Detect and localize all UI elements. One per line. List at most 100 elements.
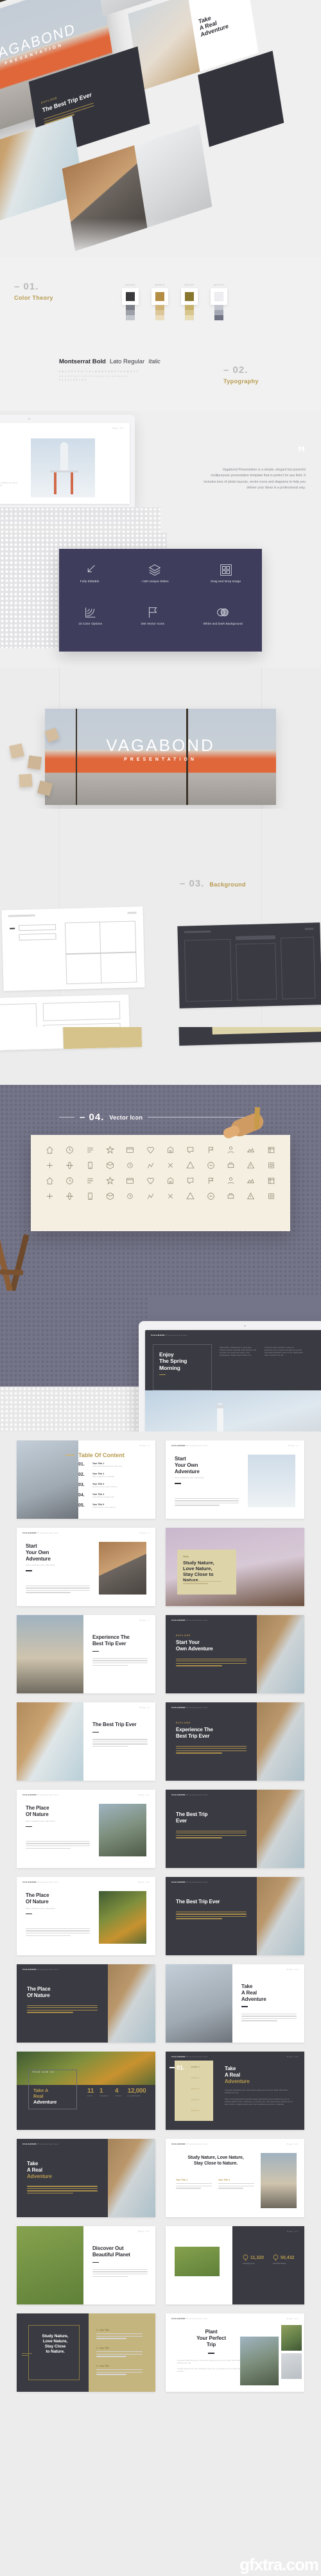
alphabet-digits: 0 1 2 3 4 5 6 7 8 9 (59, 379, 87, 381)
feature-drag-drop: Drag and Drop Image (211, 563, 241, 583)
slide-title-line: Experience The (92, 1634, 130, 1640)
slide-title: Study Nature, Love Nature, Stay Close to Na… (42, 2334, 69, 2354)
color-swatch-item: #EFEFF3 (211, 284, 227, 320)
slide-card-best-trip-2[interactable]: VAGABOND PresentationPage 9The Best Trip… (17, 1702, 155, 1781)
slide-card-besttrip-3[interactable]: VAGABOND PresentationPage 12The Best Tri… (166, 1790, 304, 1868)
slide-card-start-2[interactable]: VAGABOND Presentation Page 5 Start Your Own… (17, 1528, 155, 1606)
slide-photo (166, 1964, 232, 2043)
swatch-chip (155, 292, 164, 301)
tablet-title: Enjoy The Spring Morning (159, 1351, 187, 1371)
slide-body-2: Proin a nisl feugiat tellus vehicula con… (225, 2098, 293, 2106)
slide-card-plant[interactable]: VAGABOND Presentation Page 24 Plant Your Pe… (166, 2313, 304, 2392)
vector-icon-20 (186, 1161, 195, 1173)
stat-label: KILOMETERS (127, 2095, 141, 2097)
vector-icon-32 (186, 1177, 195, 1188)
slide-title: Experience The Best Trip Ever (92, 1634, 148, 1647)
vector-icon-13 (46, 1161, 54, 1173)
slide-title-line: A Real (27, 2166, 43, 2173)
list-item: 1 - Your Title (96, 2329, 143, 2340)
typography-number: – 02. (223, 365, 248, 376)
font-style-name: Italic (148, 358, 160, 365)
quote-text: Vagabond Presentation is a simple, elega… (204, 467, 306, 490)
toc-number: 04. (78, 1493, 85, 1498)
vector-icon-28 (106, 1177, 115, 1188)
slide-brand: VAGABOND (22, 1968, 37, 1971)
quote-mark-icon: ” (297, 443, 306, 462)
slide-title-line: Adventure (26, 1555, 51, 1562)
slide-title-line: Your Own (26, 1549, 49, 1555)
hero-isometric-mockup: The Elements of User Experience (0, 0, 321, 257)
slide-card-place-nature-2[interactable]: VAGABOND Presentation Page 13 The Place Of … (17, 1877, 155, 1955)
arrow-collapse-icon (87, 565, 95, 573)
slide-brand: VAGABOND (171, 1444, 186, 1447)
laptop-mockup: VAGABOND Presentation Page 01 Start Your… (0, 415, 135, 508)
slide-card-take-real[interactable]: VAGABOND PresentationPage 16TakeA RealAd… (166, 1964, 304, 2043)
slide-title: The Best Trip Ever (176, 1899, 247, 1905)
background-number: – 03. (180, 878, 205, 889)
vector-icon-40 (106, 1192, 114, 1204)
slide-card-toc[interactable]: VAGABOND PresentationPage 3Table Of Cont… (17, 1440, 155, 1519)
slide-card-study-1[interactable]: VAGABOND PresentationPage 6StudyStudy Na… (166, 1528, 304, 1606)
slide-title-line: Ever (176, 1817, 187, 1824)
slide-title: Take A Real Adventure (225, 2066, 295, 2084)
slide-photo (17, 1615, 83, 1693)
slide-card-study-wide[interactable]: VAGABOND Presentation Page 20 Study Nature… (166, 2139, 304, 2217)
flag-icon (148, 607, 157, 618)
slide-card-besttrip-dark[interactable]: VAGABOND PresentationPage 8EXPLOREStart … (166, 1615, 304, 1693)
slide-brand: VAGABOND (171, 1794, 186, 1796)
list-item: 3 - Your Title (96, 2365, 143, 2376)
slide-page: Page 7 (139, 1619, 150, 1621)
stat-item: 11 DAYS (87, 2088, 94, 2097)
pin-icon (243, 2254, 248, 2261)
wireframe-slide-light (1, 906, 145, 991)
typography-label: Typography (223, 378, 259, 385)
tablet-screen-slide: VAGABOND Presentation Page 16 Enjoy The … (145, 1330, 321, 1431)
slide-title: The Place Of Nature (26, 1805, 90, 1818)
vector-icon-34 (227, 1177, 235, 1188)
column-item: Your Title 2 (218, 2179, 254, 2190)
slide-page: Page 4 (288, 1444, 299, 1447)
slide-card-counters[interactable]: VAGABOND PresentationPage 2211,320Intere… (166, 2226, 304, 2304)
slide-card-place-nature-3[interactable]: VAGABOND PresentationPage 15The PlaceOf … (17, 1964, 155, 2043)
section-typography: Montserrat Bold Lato Regular Italic A B … (0, 353, 321, 411)
feature-label: 250 Vector Icons (141, 622, 165, 625)
slide-card-study-dark[interactable]: VAGABOND PresentationPage 23Study Nature… (17, 2313, 155, 2392)
slide-card-exp-dark[interactable]: VAGABOND PresentationPage 10EXPLOREExper… (166, 1702, 304, 1781)
laptop-screen-slide: VAGABOND Presentation Page 01 Start Your… (0, 423, 130, 504)
counter-value: 50,432 (281, 2256, 295, 2260)
slide-title: Take A Real Adventure (241, 1984, 297, 2002)
section-vector-icons: – 04. Vector Icon (0, 1085, 321, 1297)
slide-card-steps[interactable]: VAGABOND Presentation Page 18 01. STEP 1 STE… (166, 2052, 304, 2130)
vector-icon-27 (86, 1177, 94, 1188)
vector-icon-6 (146, 1146, 155, 1157)
vector-icon-19 (166, 1161, 175, 1173)
slide-title-line: Take (241, 1984, 253, 1989)
feature-label: White and Dark Background (203, 622, 243, 625)
slide-card-stats[interactable]: VAGABOND PresentationPage 17FROM NOW ONT… (17, 2052, 155, 2130)
vector-icon-37 (46, 1192, 54, 1204)
laptop-camera-icon (28, 418, 30, 420)
slide-card-take-real-dk[interactable]: VAGABOND PresentationPage 19TakeA RealAd… (17, 2139, 155, 2217)
stat-item: 1 JOURNEY (100, 2088, 109, 2097)
slide-card-place-nature-1[interactable]: VAGABOND Presentation Page 11 The Place Of … (17, 1790, 155, 1868)
stat-label: DAYS (87, 2095, 93, 2097)
tablet-camera-icon (243, 1325, 246, 1327)
slide-title-line: Trip (206, 2341, 216, 2347)
swatch-hex: #B48D44 (154, 284, 166, 286)
slide-card-best-trip-dk[interactable]: VAGABOND PresentationPage 14The Best Tri… (166, 1877, 304, 1955)
slide-brand: VAGABOND (171, 1619, 186, 1621)
slide-card-exp-1[interactable]: VAGABOND PresentationPage 7Experience Th… (17, 1615, 155, 1693)
section-features: Fully Editable +150 Unique Slides Drag a… (0, 533, 321, 668)
column-title: Your Title 1 (176, 2179, 188, 2181)
alphabet-lower: a b c d e f g h i j k l m n o p q r s t … (59, 374, 128, 377)
slide-title: Study Nature, Love Nature, Stay Close to … (187, 2156, 244, 2166)
slide-body-1: Urna justo bibendum justo, vitae luctus … (177, 2359, 241, 2364)
slide-title-line: Plant (205, 2329, 218, 2335)
wireframe-slide-dark (177, 922, 321, 1008)
feature-unique-slides: +150 Unique Slides (141, 563, 169, 583)
hero-card-title-take: Take A Real Adventure (198, 14, 229, 39)
slide-card-start-1[interactable]: VAGABOND Presentation Page 4 Start Your Own… (166, 1440, 304, 1519)
slide-card-discover[interactable]: VAGABOND PresentationPage 21Discover Out… (17, 2226, 155, 2304)
swatch-hex: #3A3A3C (125, 284, 136, 286)
vector-icon-45 (207, 1192, 215, 1204)
